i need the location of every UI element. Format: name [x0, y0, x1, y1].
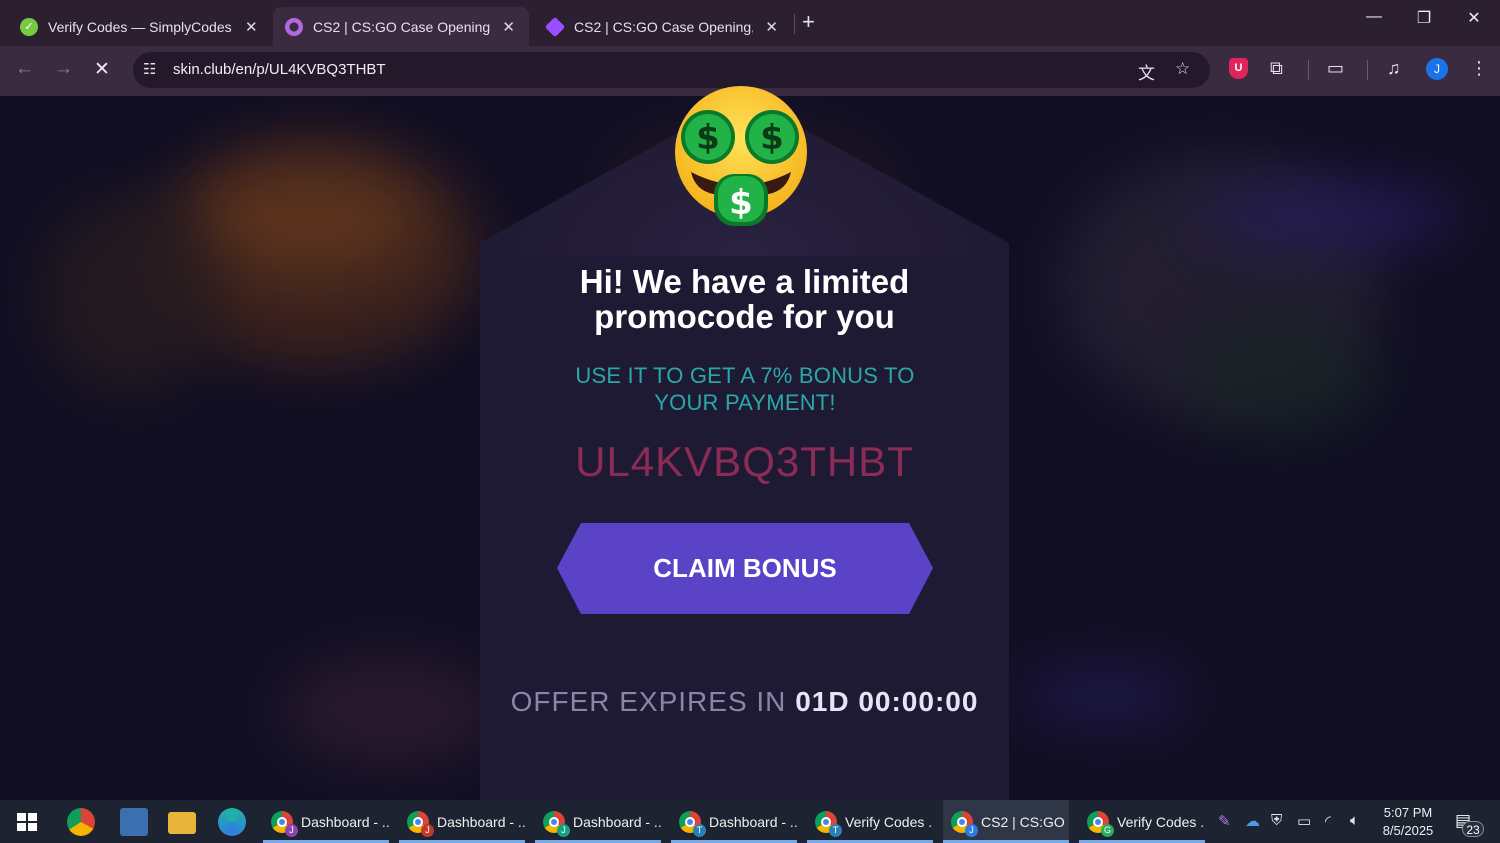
profile-badge: J [965, 824, 978, 837]
tab-title: CS2 | CS:GO Case Opening, Coo [313, 18, 491, 35]
close-tab-icon[interactable]: ✕ [502, 18, 515, 36]
profile-badge: G [1101, 824, 1114, 837]
taskbar-app-dashboard[interactable]: J Dashboard - ... [399, 800, 525, 843]
task-label: Dashboard - ... [437, 813, 525, 830]
toolbar-separator [1308, 60, 1309, 80]
task-label: CS2 | CS:GO ... [981, 813, 1069, 830]
profile-badge: T [693, 824, 706, 837]
profile-badge: T [829, 824, 842, 837]
ublock-extension-icon[interactable]: U [1229, 58, 1248, 79]
svg-text:$: $ [760, 118, 784, 158]
windows-taskbar: J Dashboard - ... J Dashboard - ... J Da… [0, 800, 1500, 843]
headline-line-2: promocode for you [594, 298, 895, 335]
taskbar-app-dashboard[interactable]: J Dashboard - ... [263, 800, 389, 843]
tab-strip: ✓ Verify Codes — SimplyCodes ✕ CS2 | CS:… [0, 0, 1500, 46]
url-text[interactable]: skin.club/en/p/UL4KVBQ3THBT [173, 61, 386, 78]
task-label: Dashboard - ... [301, 813, 389, 830]
money-mouth-face-icon: $ $ $ [675, 86, 807, 226]
translate-icon[interactable]: 文 [1138, 59, 1155, 84]
battery-icon[interactable]: ▭ [1297, 812, 1311, 830]
profile-badge: J [421, 824, 434, 837]
taskbar-app-verify-codes[interactable]: T Verify Codes ... [807, 800, 933, 843]
tab-search-icon[interactable]: ▭ [1327, 58, 1344, 79]
clock-date: 8/5/2025 [1382, 823, 1434, 838]
tab-separator [794, 14, 795, 34]
task-label: Dashboard - ... [573, 813, 661, 830]
toolbar-separator [1367, 60, 1368, 80]
minimize-icon[interactable]: — [1354, 8, 1394, 26]
tab-skinclub-active[interactable]: CS2 | CS:GO Case Opening, Coo ✕ [273, 7, 529, 46]
stop-loading-icon[interactable]: ✕ [94, 58, 110, 81]
task-label: Verify Codes ... [845, 813, 933, 830]
skinclub-icon [285, 17, 303, 36]
taskbar-app-skinclub-active[interactable]: J CS2 | CS:GO ... [943, 800, 1069, 843]
headline-line-1: Hi! We have a limited [579, 263, 910, 300]
extensions-puzzle-icon[interactable]: ⧉ [1270, 58, 1283, 79]
svg-text:$: $ [696, 118, 720, 158]
taskbar-app-verify-codes[interactable]: G Verify Codes ... [1079, 800, 1205, 843]
svg-text:$: $ [729, 183, 753, 223]
tab-verify-codes[interactable]: ✓ Verify Codes — SimplyCodes ✕ [0, 7, 272, 46]
file-explorer-icon[interactable] [168, 812, 196, 834]
edge-browser-icon[interactable] [218, 808, 246, 836]
system-clock[interactable]: 5:07 PM 8/5/2025 [1378, 804, 1438, 840]
profile-avatar[interactable]: J [1426, 58, 1448, 80]
skinclub-icon [544, 16, 566, 37]
pen-icon[interactable]: ✎ [1218, 812, 1231, 830]
close-tab-icon[interactable]: ✕ [245, 18, 258, 36]
task-label: Verify Codes ... [1117, 813, 1205, 830]
new-tab-button[interactable]: + [802, 9, 815, 35]
tab-skinclub[interactable]: CS2 | CS:GO Case Opening, Coo ✕ [530, 7, 792, 46]
volume-icon[interactable]: 🔈︎ [1350, 812, 1359, 829]
site-info-icon[interactable]: ☷ [143, 60, 156, 78]
simplycodes-icon: ✓ [20, 17, 38, 36]
calculator-icon[interactable] [120, 808, 148, 836]
security-shield-icon[interactable]: ⛨ [1271, 812, 1282, 829]
cloud-sync-icon[interactable]: ☁ [1245, 812, 1260, 830]
close-tab-icon[interactable]: ✕ [765, 18, 778, 36]
profile-badge: J [285, 824, 298, 837]
taskbar-app-dashboard[interactable]: T Dashboard - ... [671, 800, 797, 843]
chrome-pinned-icon[interactable] [67, 808, 95, 836]
profile-badge: J [557, 824, 570, 837]
modal-headline: Hi! We have a limited promocode for you [480, 264, 1009, 334]
subline-line-2: YOUR PAYMENT! [654, 390, 836, 415]
wifi-icon[interactable]: ◜ [1325, 812, 1331, 830]
media-control-icon[interactable]: ♫ [1387, 58, 1401, 79]
expiry-label: OFFER EXPIRES IN [510, 686, 787, 717]
task-label: Dashboard - ... [709, 813, 797, 830]
bonus-description: USE IT TO GET A 7% BONUS TO YOUR PAYMENT… [540, 362, 950, 416]
menu-kebab-icon[interactable]: ⋮ [1470, 58, 1488, 79]
forward-icon[interactable]: → [54, 58, 73, 80]
close-window-icon[interactable]: ✕ [1454, 8, 1494, 28]
claim-bonus-button[interactable]: CLAIM BONUS [557, 523, 933, 614]
offer-expiry: OFFER EXPIRES IN 01D 00:00:00 [480, 686, 1009, 718]
subline-line-1: USE IT TO GET A 7% BONUS TO [575, 363, 915, 388]
bookmark-star-icon[interactable]: ☆ [1175, 59, 1190, 79]
tab-title: Verify Codes — SimplyCodes [48, 18, 232, 35]
windows-start-icon[interactable] [17, 813, 37, 831]
back-icon[interactable]: ← [15, 58, 34, 80]
taskbar-app-dashboard[interactable]: J Dashboard - ... [535, 800, 661, 843]
tab-title: CS2 | CS:GO Case Opening, Coo [574, 18, 754, 35]
promo-code[interactable]: UL4KVBQ3THBT [480, 438, 1009, 486]
expiry-countdown: 01D 00:00:00 [795, 686, 979, 717]
address-bar[interactable]: ☷ skin.club/en/p/UL4KVBQ3THBT 文 ☆ [133, 52, 1210, 88]
notification-count-badge: 23 [1462, 821, 1484, 837]
clock-time: 5:07 PM [1383, 805, 1433, 820]
restore-icon[interactable]: ❐ [1404, 8, 1444, 28]
